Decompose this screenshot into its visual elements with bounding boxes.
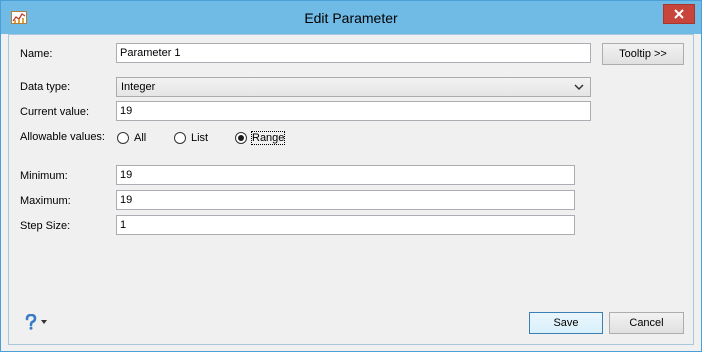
radio-circle <box>117 132 129 144</box>
help-button[interactable] <box>24 313 50 331</box>
window-title: Edit Parameter <box>304 10 398 26</box>
maximum-value: 19 <box>120 194 133 206</box>
name-field[interactable]: Parameter 1 <box>116 43 591 63</box>
dialog-window: Edit Parameter Name: Parameter 1 Tooltip… <box>0 0 702 352</box>
data-type-label: Data type: <box>20 81 71 93</box>
dialog-body: Name: Parameter 1 Tooltip >> Data type: … <box>8 34 694 345</box>
chevron-down-icon <box>574 84 584 91</box>
name-value: Parameter 1 <box>120 47 181 59</box>
minimum-field[interactable]: 19 <box>116 165 575 185</box>
maximum-label: Maximum: <box>20 195 71 207</box>
radio-range-label: Range <box>250 131 286 145</box>
radio-circle-selected <box>235 132 247 144</box>
step-size-field[interactable]: 1 <box>116 215 575 235</box>
close-button[interactable] <box>663 4 695 24</box>
maximum-field[interactable]: 19 <box>116 190 575 210</box>
data-type-value: Integer <box>121 81 156 93</box>
question-mark-icon <box>25 314 37 330</box>
radio-all[interactable]: All <box>117 132 146 144</box>
title-bar[interactable]: Edit Parameter <box>1 1 701 34</box>
radio-circle <box>174 132 186 144</box>
data-type-select[interactable]: Integer <box>116 77 591 97</box>
save-button[interactable]: Save <box>529 312 603 334</box>
current-value-field[interactable]: 19 <box>116 101 591 121</box>
tooltip-button[interactable]: Tooltip >> <box>602 43 684 65</box>
cancel-button[interactable]: Cancel <box>609 312 684 334</box>
radio-dot <box>238 135 244 141</box>
dropdown-arrow-icon <box>41 320 47 324</box>
allowable-values-label: Allowable values: <box>20 131 105 143</box>
step-size-label: Step Size: <box>20 220 71 232</box>
current-value-text: 19 <box>120 105 133 117</box>
radio-list[interactable]: List <box>174 132 208 144</box>
name-label: Name: <box>20 48 53 60</box>
close-icon <box>674 9 684 19</box>
minimum-value: 19 <box>120 169 133 181</box>
radio-all-label: All <box>134 132 147 144</box>
minimum-label: Minimum: <box>20 170 68 182</box>
radio-range[interactable]: Range <box>235 131 286 145</box>
step-size-value: 1 <box>120 219 127 231</box>
current-value-label: Current value: <box>20 106 90 118</box>
radio-list-label: List <box>191 132 209 144</box>
